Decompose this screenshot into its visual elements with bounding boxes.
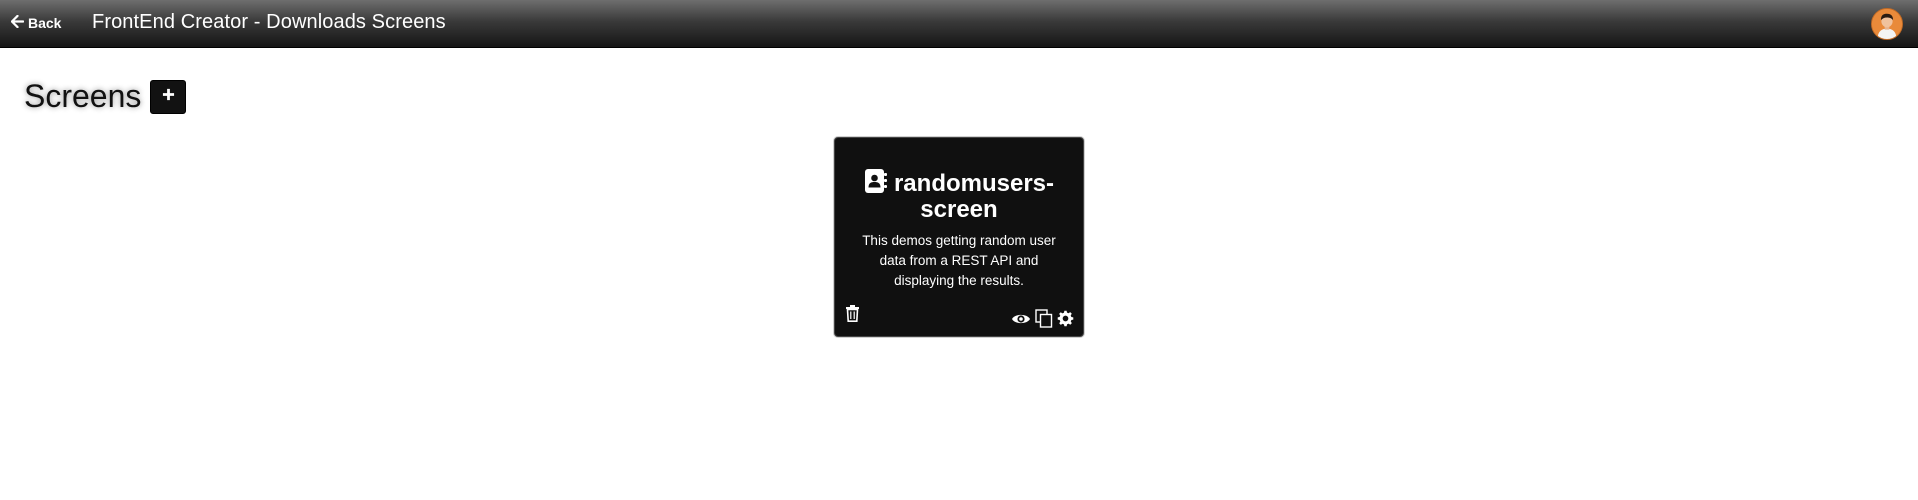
app-title: FrontEnd Creator - Downloads Screens: [92, 11, 446, 33]
back-label: Back: [28, 15, 62, 31]
screen-name: randomusers-screen: [893, 170, 1055, 223]
screen-description: This demos getting random user data from…: [862, 233, 1056, 288]
arrow-left-icon: [10, 14, 25, 31]
address-book-icon: [864, 168, 888, 194]
back-button[interactable]: Back: [10, 14, 62, 31]
add-screen-button[interactable]: [150, 80, 187, 114]
screen-card-title: randomusers-screen: [835, 168, 1083, 223]
page-heading: Screens: [24, 77, 187, 115]
gear-icon[interactable]: [1057, 310, 1074, 327]
top-bar: Back FrontEnd Creator - Downloads Screen…: [0, 0, 1918, 48]
page-title: Screens: [24, 78, 142, 114]
eye-icon[interactable]: [1011, 312, 1031, 326]
duplicate-icon[interactable]: [1035, 309, 1053, 328]
plus-icon: [162, 88, 175, 106]
screen-card[interactable]: randomusers-screen This demos getting ra…: [834, 137, 1084, 337]
trash-icon[interactable]: [845, 305, 860, 322]
user-avatar[interactable]: [1871, 8, 1903, 40]
avatar-icon: [1872, 9, 1902, 39]
